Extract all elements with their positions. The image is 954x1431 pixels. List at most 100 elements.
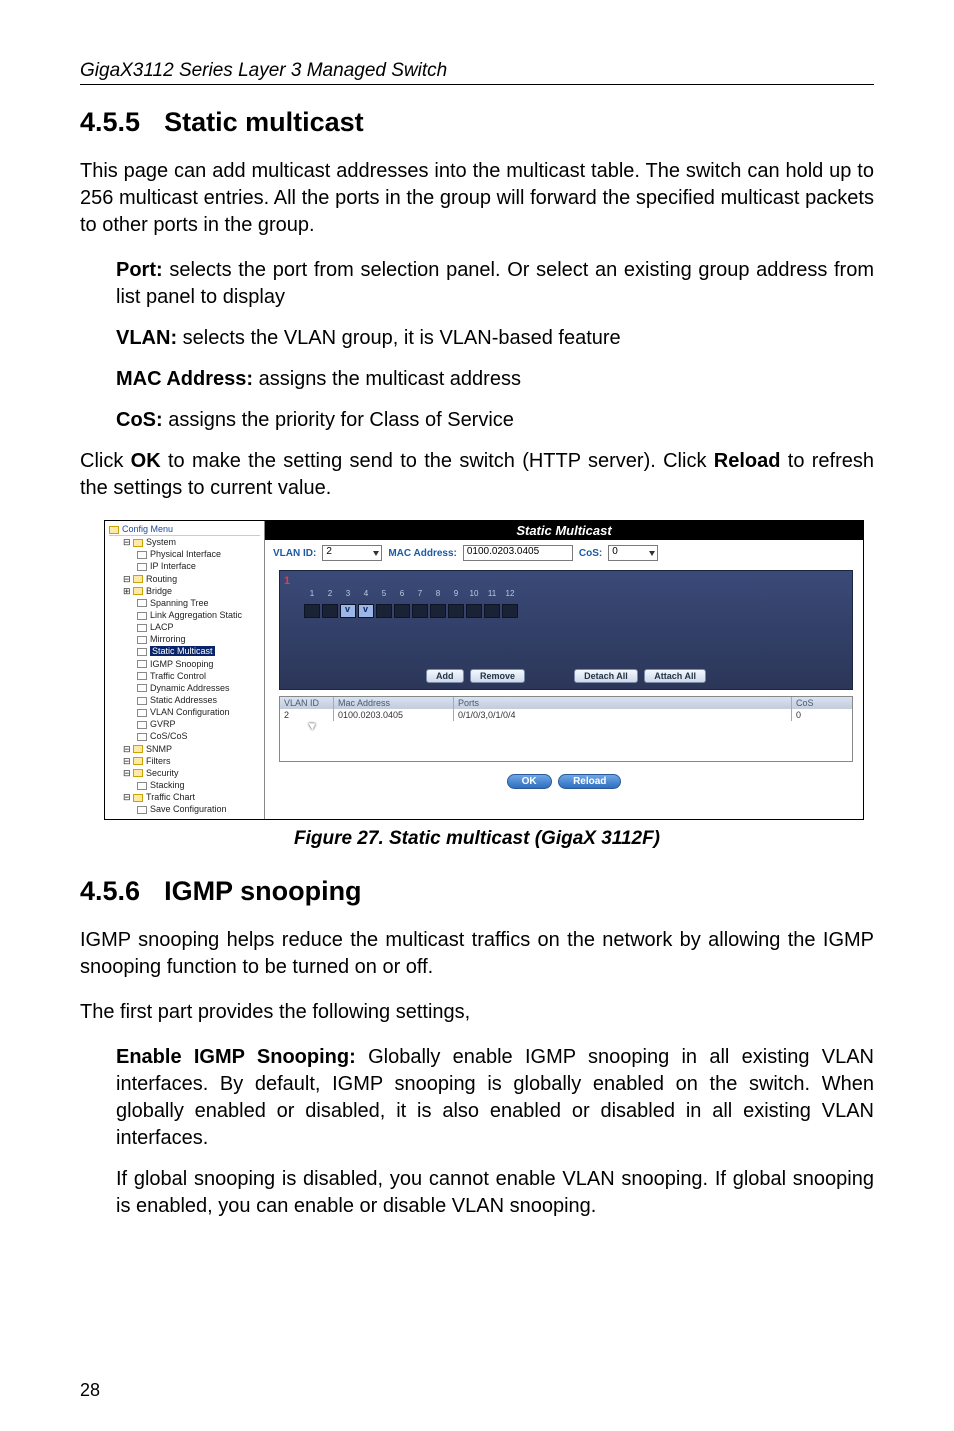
tree-snmp[interactable]: ⊟ SNMP: [123, 743, 260, 755]
port-10[interactable]: [466, 604, 482, 618]
tree-vlan-config[interactable]: VLAN Configuration: [137, 706, 260, 718]
tree-label: System: [146, 537, 176, 547]
tree-static-multicast[interactable]: Static Multicast: [137, 645, 260, 657]
tree-label: Static Addresses: [150, 695, 217, 705]
doc-icon: [137, 806, 147, 814]
port-2[interactable]: [322, 604, 338, 618]
figure-27-screenshot: Config Menu ⊟ System Physical Interface …: [104, 520, 864, 820]
section-number: 4.5.6: [80, 876, 140, 907]
tree-stacking[interactable]: Stacking: [137, 779, 260, 791]
section456-p3: If global snooping is disabled, you cann…: [116, 1166, 874, 1220]
def-vlan: VLAN: selects the VLAN group, it is VLAN…: [116, 325, 874, 352]
port-num: 2: [322, 589, 338, 598]
def-vlan-key: VLAN:: [116, 327, 177, 349]
table-row[interactable]: 2 0100.0203.0405 0/1/0/3,0/1/0/4 0: [280, 709, 852, 721]
def-enable-key: Enable IGMP Snooping:: [116, 1046, 356, 1068]
tree-link-agg[interactable]: Link Aggregation Static: [137, 609, 260, 621]
section-title: IGMP snooping: [164, 876, 362, 906]
tree-system[interactable]: ⊟ System: [123, 536, 260, 548]
doc-icon: [137, 660, 147, 668]
tree-root[interactable]: Config Menu: [109, 523, 260, 536]
tree-label: Mirroring: [150, 634, 186, 644]
tree-label: VLAN Configuration: [150, 707, 230, 717]
ok-button[interactable]: OK: [507, 774, 552, 789]
tree-label: IP Interface: [150, 561, 196, 571]
tree-traffic-control[interactable]: Traffic Control: [137, 670, 260, 682]
tree-igmp-snooping[interactable]: IGMP Snooping: [137, 658, 260, 670]
port-12[interactable]: [502, 604, 518, 618]
port-7[interactable]: [412, 604, 428, 618]
doc-icon: [137, 733, 147, 741]
vlan-id-select[interactable]: 2: [322, 545, 382, 561]
tree-save-config[interactable]: Save Configuration: [137, 803, 260, 815]
mac-address-label: MAC Address:: [388, 548, 457, 559]
page-number: 28: [80, 1380, 100, 1401]
port-8[interactable]: [430, 604, 446, 618]
doc-icon: [137, 551, 147, 559]
tree-bridge[interactable]: ⊞ Bridge: [123, 585, 260, 597]
tree-cos[interactable]: CoS/CoS: [137, 730, 260, 742]
tree-ip-interface[interactable]: IP Interface: [137, 560, 260, 572]
doc-icon: [137, 684, 147, 692]
tree-filters[interactable]: ⊟ Filters: [123, 755, 260, 767]
tree-label: Filters: [146, 756, 171, 766]
doc-icon: [137, 648, 147, 656]
port-9[interactable]: [448, 604, 464, 618]
tree-security[interactable]: ⊟ Security: [123, 767, 260, 779]
tree-label-selected: Static Multicast: [150, 646, 215, 656]
td-mac: 0100.0203.0405: [334, 709, 454, 721]
tree-label: Bridge: [146, 586, 172, 596]
def-cos-val: assigns the priority for Class of Servic…: [163, 409, 514, 431]
port-6[interactable]: [394, 604, 410, 618]
tree-label: Link Aggregation Static: [150, 610, 242, 620]
tree-physical-interface[interactable]: Physical Interface: [137, 548, 260, 560]
def-vlan-val: selects the VLAN group, it is VLAN-based…: [177, 327, 621, 349]
attach-all-button[interactable]: Attach All: [644, 669, 706, 683]
def-mac-val: assigns the multicast address: [253, 368, 521, 390]
tree-static-addresses[interactable]: Static Addresses: [137, 694, 260, 706]
running-header: GigaX3112 Series Layer 3 Managed Switch: [80, 60, 874, 85]
th-cos: CoS: [792, 697, 852, 709]
def-port-key: Port:: [116, 259, 163, 281]
tree-label: Dynamic Addresses: [150, 683, 230, 693]
port-num: 4: [358, 589, 374, 598]
tree-mirroring[interactable]: Mirroring: [137, 633, 260, 645]
def-cos: CoS: assigns the priority for Class of S…: [116, 407, 874, 434]
doc-icon: [137, 563, 147, 571]
tree-lacp[interactable]: LACP: [137, 621, 260, 633]
reload-keyword: Reload: [714, 450, 781, 472]
bottom-button-row: OK Reload: [265, 768, 863, 795]
mac-address-input[interactable]: 0100.0203.0405: [463, 545, 573, 561]
port-num: 12: [502, 589, 518, 598]
section-4-5-6-heading: 4.5.6 IGMP snooping: [80, 876, 874, 907]
port-5[interactable]: [376, 604, 392, 618]
doc-icon: [137, 697, 147, 705]
port-button-row: Add Remove Detach All Attach All: [280, 669, 852, 683]
remove-button[interactable]: Remove: [470, 669, 525, 683]
reload-button[interactable]: Reload: [558, 774, 621, 789]
tree-traffic-chart[interactable]: ⊟ Traffic Chart: [123, 791, 260, 803]
td-vlan-id: 2: [280, 709, 334, 721]
tree-label: Routing: [146, 574, 177, 584]
tree-routing[interactable]: ⊟ Routing: [123, 573, 260, 585]
cos-label: CoS:: [579, 548, 602, 559]
folder-icon: [133, 794, 143, 802]
def-mac-key: MAC Address:: [116, 368, 253, 390]
port-4[interactable]: [358, 604, 374, 618]
vlan-id-label: VLAN ID:: [273, 548, 316, 559]
config-tree: Config Menu ⊟ System Physical Interface …: [105, 521, 265, 819]
section-title: Static multicast: [164, 107, 364, 137]
cos-select[interactable]: 0: [608, 545, 658, 561]
port-num: 7: [412, 589, 428, 598]
port-1[interactable]: [304, 604, 320, 618]
port-11[interactable]: [484, 604, 500, 618]
detach-all-button[interactable]: Detach All: [574, 669, 638, 683]
port-3[interactable]: [340, 604, 356, 618]
tree-gvrp[interactable]: GVRP: [137, 718, 260, 730]
tree-label: LACP: [150, 622, 174, 632]
add-button[interactable]: Add: [426, 669, 464, 683]
click-instruction: Click OK to make the setting send to the…: [80, 448, 874, 502]
panel-title: Static Multicast: [265, 521, 863, 540]
tree-spanning-tree[interactable]: Spanning Tree: [137, 597, 260, 609]
tree-dynamic-addresses[interactable]: Dynamic Addresses: [137, 682, 260, 694]
